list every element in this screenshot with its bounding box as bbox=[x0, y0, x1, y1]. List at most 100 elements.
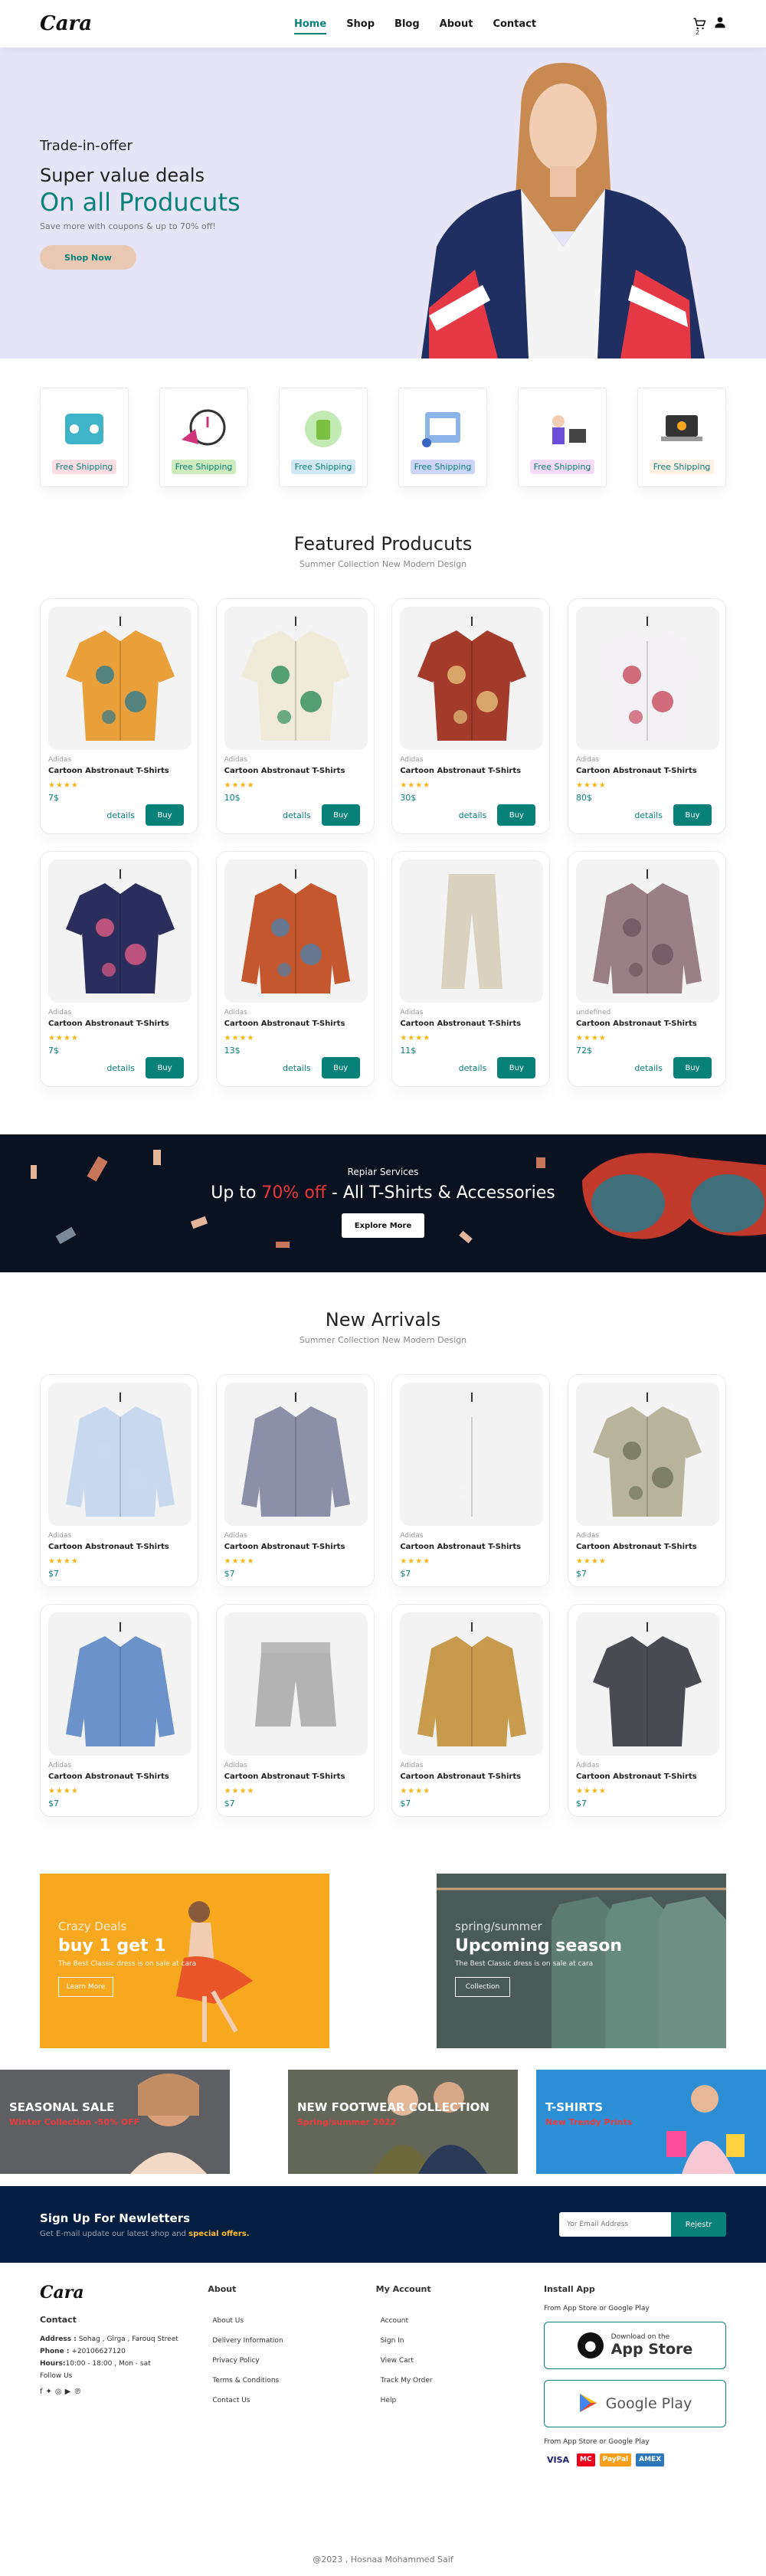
product-image[interactable] bbox=[400, 859, 544, 1003]
product-image[interactable] bbox=[575, 859, 719, 1003]
nav-home[interactable]: Home bbox=[294, 18, 327, 34]
product-image[interactable] bbox=[400, 607, 544, 750]
logo[interactable]: Cara bbox=[40, 12, 92, 35]
footer-link-account[interactable]: Account bbox=[381, 2317, 544, 2325]
product-image[interactable] bbox=[224, 1383, 368, 1526]
details-link[interactable]: details bbox=[459, 1063, 487, 1073]
footer-link-track-order[interactable]: Track My Order bbox=[381, 2377, 544, 2385]
buy-button[interactable]: Buy bbox=[146, 804, 184, 826]
nav-shop[interactable]: Shop bbox=[346, 18, 375, 30]
pinterest-icon[interactable]: ℗ bbox=[74, 2388, 81, 2396]
details-link[interactable]: details bbox=[459, 810, 487, 820]
product-image[interactable] bbox=[48, 859, 192, 1003]
tshirts-banner[interactable]: T-SHIRTS New Trendy Prints bbox=[536, 2070, 766, 2174]
details-link[interactable]: details bbox=[283, 1063, 311, 1073]
seasonal-sale-banner[interactable]: SEASONAL SALE Winter Collection -50% OFF bbox=[0, 2070, 230, 2174]
hero-eyebrow: Trade-in-offer bbox=[40, 138, 133, 154]
nav-contact[interactable]: Contact bbox=[493, 18, 536, 30]
product-card[interactable]: Adidas Cartoon Abstronaut T-Shirts ★★★★ 10$… bbox=[215, 598, 375, 834]
learn-more-button[interactable]: Learn More bbox=[58, 1977, 113, 1997]
product-card[interactable]: Adidas Cartoon Abstronaut T-Shirts ★★★★ 13$… bbox=[215, 851, 375, 1087]
product-card[interactable]: Adidas Cartoon Abstronaut T-Shirts ★★★★ $7 bbox=[391, 1374, 551, 1587]
product-card[interactable]: Adidas Cartoon Abstronaut T-Shirts ★★★★ 7$ d… bbox=[40, 598, 198, 834]
details-link[interactable]: details bbox=[634, 810, 663, 820]
details-link[interactable]: details bbox=[106, 810, 135, 820]
twitter-icon[interactable]: ✦ bbox=[46, 2388, 52, 2396]
product-image[interactable] bbox=[48, 1383, 192, 1526]
product-price: 10$ bbox=[224, 793, 241, 803]
footer-link-view-cart[interactable]: View Cart bbox=[381, 2357, 544, 2365]
register-button[interactable]: Rejestr bbox=[671, 2212, 726, 2237]
footer-link-privacy[interactable]: Privacy Policy bbox=[212, 2357, 375, 2365]
footer-account-title: My Account bbox=[375, 2284, 431, 2294]
buy-button[interactable]: Buy bbox=[673, 1057, 712, 1079]
product-image[interactable] bbox=[48, 607, 192, 750]
product-card[interactable]: Adidas Cartoon Abstronaut T-Shirts ★★★★ 30$… bbox=[391, 598, 551, 834]
user-icon[interactable] bbox=[714, 16, 726, 31]
product-brand: Adidas bbox=[400, 1009, 424, 1016]
product-brand: Adidas bbox=[400, 1532, 424, 1540]
buy-button[interactable]: Buy bbox=[321, 1057, 360, 1079]
hero: Trade-in-offer Super value deals On all … bbox=[0, 47, 766, 358]
product-image[interactable] bbox=[575, 1383, 719, 1526]
facebook-icon[interactable]: f bbox=[40, 2388, 43, 2396]
details-link[interactable]: details bbox=[106, 1063, 135, 1073]
details-link[interactable]: details bbox=[283, 810, 311, 820]
footer-link-about-us[interactable]: About Us bbox=[212, 2317, 375, 2325]
footer-address: Address : Sohag , Girga , Farouq Street bbox=[40, 2335, 208, 2343]
product-image[interactable] bbox=[224, 859, 368, 1003]
product-card[interactable]: Adidas Cartoon Abstronaut T-Shirts ★★★★ $7 bbox=[40, 1374, 198, 1587]
footer-logo[interactable]: Cara bbox=[40, 2283, 208, 2303]
product-card[interactable]: Adidas Cartoon Abstronaut T-Shirts ★★★★ 80$… bbox=[567, 598, 726, 834]
product-card[interactable]: undefined Cartoon Abstronaut T-Shirts ★★★★… bbox=[567, 851, 726, 1087]
details-link[interactable]: details bbox=[634, 1063, 663, 1073]
email-input[interactable] bbox=[559, 2212, 671, 2237]
product-card[interactable]: Adidas Cartoon Abstronaut T-Shirts ★★★★ $7 bbox=[215, 1604, 375, 1817]
product-image[interactable] bbox=[400, 1612, 544, 1756]
app-store-button[interactable]: ● Download on the App Store bbox=[543, 2322, 726, 2369]
google-play-text: Google Play bbox=[605, 2395, 692, 2412]
footer-link-contact[interactable]: Contact Us bbox=[212, 2397, 375, 2404]
product-card[interactable]: Adidas Cartoon Abstronaut T-Shirts ★★★★ 7$ d… bbox=[40, 851, 198, 1087]
product-card[interactable]: Adidas Cartoon Abstronaut T-Shirts ★★★★ 11$… bbox=[391, 851, 551, 1087]
instagram-icon[interactable]: ◎ bbox=[55, 2388, 62, 2396]
product-image[interactable] bbox=[575, 1612, 719, 1756]
buy-button[interactable]: Buy bbox=[321, 804, 360, 826]
product-card[interactable]: Adidas Cartoon Abstronaut T-Shirts ★★★★ $7 bbox=[567, 1604, 726, 1817]
product-image[interactable] bbox=[575, 607, 719, 750]
product-card[interactable]: Adidas Cartoon Abstronaut T-Shirts ★★★★ $7 bbox=[215, 1374, 375, 1587]
follow-us: Follow Us bbox=[40, 2372, 73, 2380]
product-card[interactable]: Adidas Cartoon Abstronaut T-Shirts ★★★★ $7 bbox=[391, 1604, 551, 1817]
footer-link-delivery[interactable]: Delivery Information bbox=[212, 2337, 375, 2345]
footer-app-title: Install App bbox=[543, 2284, 595, 2294]
arrivals-grid: Adidas Cartoon Abstronaut T-Shirts ★★★★ $7 A… bbox=[0, 1374, 766, 1817]
product-actions: details Buy bbox=[224, 804, 366, 826]
collection-button[interactable]: Collection bbox=[455, 1977, 510, 1997]
buy-button[interactable]: Buy bbox=[673, 804, 712, 826]
product-rating: ★★★★ bbox=[400, 1787, 431, 1795]
product-image[interactable] bbox=[48, 1612, 192, 1756]
buy-button[interactable]: Buy bbox=[497, 804, 536, 826]
product-image[interactable] bbox=[224, 607, 368, 750]
product-image[interactable] bbox=[400, 1383, 544, 1526]
product-card[interactable]: Adidas Cartoon Abstronaut T-Shirts ★★★★ $7 bbox=[567, 1374, 726, 1587]
buy-button[interactable]: Buy bbox=[497, 1057, 536, 1079]
footwear-banner[interactable]: NEW FOOTWEAR COLLECTION Spring/summer 20… bbox=[288, 2070, 518, 2174]
promo-season-title: Upcoming season bbox=[455, 1936, 623, 1956]
google-play-button[interactable]: Google Play bbox=[543, 2380, 726, 2427]
explore-more-button[interactable]: Explore More bbox=[342, 1213, 424, 1238]
product-card[interactable]: Adidas Cartoon Abstronaut T-Shirts ★★★★ $7 bbox=[40, 1604, 198, 1817]
mastercard-icon: MC bbox=[577, 2453, 595, 2466]
nav-about[interactable]: About bbox=[440, 18, 473, 30]
footer-link-help[interactable]: Help bbox=[381, 2397, 544, 2404]
nav-blog[interactable]: Blog bbox=[394, 18, 420, 30]
footer-link-sign-in[interactable]: Sign In bbox=[381, 2337, 544, 2345]
youtube-icon[interactable]: ▶ bbox=[65, 2388, 71, 2396]
shop-now-button[interactable]: Shop Now bbox=[40, 245, 136, 270]
buy-button[interactable]: Buy bbox=[146, 1057, 184, 1079]
footer-link-terms[interactable]: Terms & Conditions bbox=[212, 2377, 375, 2385]
product-image[interactable] bbox=[224, 1612, 368, 1756]
visa-icon: VISA bbox=[546, 2455, 570, 2465]
cart-icon[interactable]: 2 bbox=[692, 17, 706, 36]
product-price: 13$ bbox=[224, 1046, 241, 1056]
